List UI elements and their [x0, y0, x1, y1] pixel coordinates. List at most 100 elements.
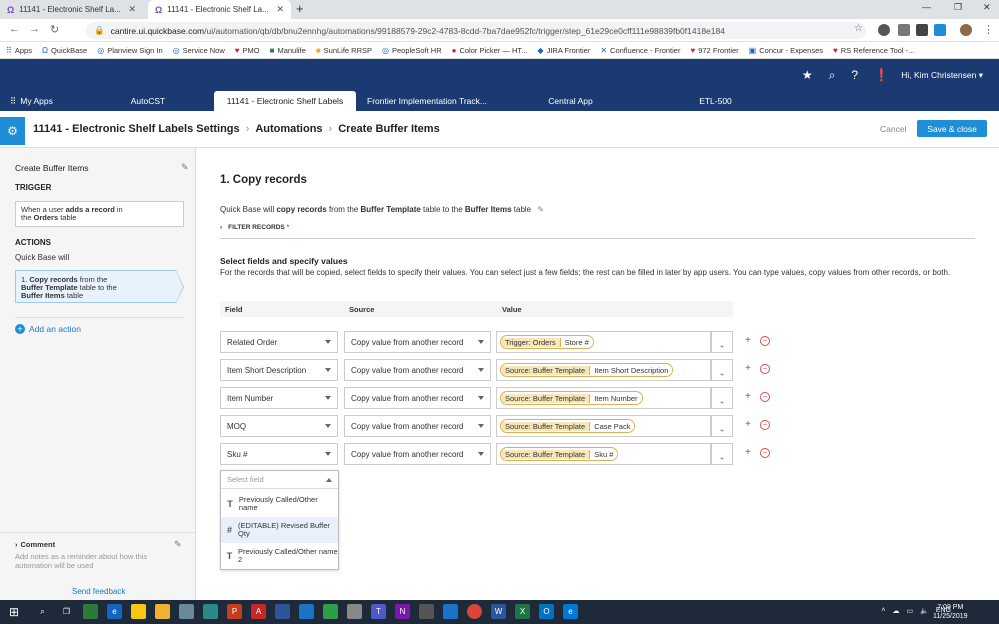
- source-select[interactable]: Copy value from another record: [344, 331, 491, 353]
- edit-comment-icon[interactable]: ✎: [174, 539, 182, 550]
- value-input[interactable]: Source: Buffer Template Item Short Descri…: [496, 359, 711, 381]
- chevron-up-icon[interactable]: ˄: [881, 607, 885, 615]
- new-tab-icon[interactable]: +: [296, 1, 304, 16]
- source-select[interactable]: Copy value from another record: [344, 415, 491, 437]
- minimize-icon[interactable]: —: [922, 2, 931, 12]
- browser-menu-icon[interactable]: ⋮: [983, 23, 994, 36]
- tab-electronic-shelf-labels[interactable]: 11141 - Electronic Shelf Labels: [214, 91, 356, 111]
- close-window-icon[interactable]: ✕: [983, 2, 991, 13]
- alert-icon[interactable]: ❗: [874, 68, 889, 83]
- extension-icon[interactable]: [916, 24, 928, 36]
- edit-pencil-icon[interactable]: ✎: [537, 205, 544, 214]
- search-icon[interactable]: ⌕: [829, 68, 836, 83]
- breadcrumb-settings[interactable]: 11141 - Electronic Shelf Labels Settings: [33, 123, 240, 135]
- chrome-icon[interactable]: [467, 604, 482, 619]
- save-close-button[interactable]: Save & close: [917, 120, 987, 137]
- trigger-card[interactable]: When a user adds a record in the Orders …: [15, 201, 184, 227]
- add-row-icon[interactable]: +: [745, 392, 751, 402]
- dropdown-option[interactable]: T Previously Called/Other name 2: [221, 543, 338, 569]
- field-select[interactable]: MOQ: [220, 415, 338, 437]
- edit-pencil-icon[interactable]: ✎: [181, 162, 189, 173]
- bookmark-item[interactable]: ♥ PMO: [235, 46, 260, 55]
- value-input[interactable]: Source: Buffer Template Case Pack: [496, 415, 711, 437]
- add-row-icon[interactable]: +: [745, 448, 751, 458]
- tab-etl-500[interactable]: ETL-500: [643, 91, 788, 111]
- source-select[interactable]: Copy value from another record: [344, 387, 491, 409]
- app-icon[interactable]: [299, 604, 314, 619]
- filter-records-toggle[interactable]: › FILTER RECORDS *: [220, 224, 289, 231]
- settings-gear-icon[interactable]: ⚙: [0, 117, 25, 145]
- field-select[interactable]: Item Number: [220, 387, 338, 409]
- edge-icon[interactable]: e: [563, 604, 578, 619]
- back-icon[interactable]: ←: [9, 23, 20, 35]
- value-input[interactable]: Source: Buffer Template Sku #: [496, 443, 711, 465]
- add-row-icon[interactable]: +: [745, 364, 751, 374]
- address-input[interactable]: 🔒 cantire.ui.quickbase.com/ui/automation…: [86, 22, 866, 39]
- value-chip[interactable]: Source: Buffer Template Sku #: [500, 447, 619, 461]
- profile-avatar[interactable]: [960, 24, 972, 36]
- action-card[interactable]: 1. Copy records from the Buffer Template…: [15, 270, 184, 304]
- add-action-button[interactable]: + Add an action: [15, 324, 81, 334]
- remove-row-icon[interactable]: −: [760, 336, 770, 346]
- app-icon[interactable]: [131, 604, 146, 619]
- add-row-icon[interactable]: +: [745, 420, 751, 430]
- bookmark-star-icon[interactable]: ☆: [854, 23, 863, 34]
- add-row-icon[interactable]: +: [745, 336, 751, 346]
- breadcrumb-automations[interactable]: Automations: [255, 123, 322, 135]
- excel-icon[interactable]: X: [515, 604, 530, 619]
- tab-central-app[interactable]: Central App: [498, 91, 643, 111]
- bookmark-item[interactable]: ● Color Picker — HT...: [452, 46, 528, 55]
- bookmark-item[interactable]: ▣ Concur - Expenses: [749, 46, 823, 55]
- acrobat-icon[interactable]: A: [251, 604, 266, 619]
- field-select[interactable]: Related Order: [220, 331, 338, 353]
- bookmark-item[interactable]: ♥ 972 Frontier: [690, 46, 738, 55]
- dropdown-option[interactable]: # (EDITABLE) Revised Buffer Qty: [221, 517, 338, 543]
- close-tab-icon[interactable]: ✕: [276, 4, 284, 15]
- bookmark-apps[interactable]: ⠿ Apps: [6, 46, 32, 55]
- source-select[interactable]: Copy value from another record: [344, 359, 491, 381]
- system-clock[interactable]: 7:09 PM 11/25/2019: [933, 603, 968, 621]
- app-icon[interactable]: [203, 604, 218, 619]
- reload-icon[interactable]: ↻: [50, 23, 59, 36]
- bookmark-item[interactable]: ■ Manulife: [270, 46, 306, 55]
- app-icon[interactable]: [443, 604, 458, 619]
- app-icon[interactable]: [347, 604, 362, 619]
- app-icon[interactable]: [323, 604, 338, 619]
- insert-field-button[interactable]: ₊: [711, 387, 733, 409]
- task-view-icon[interactable]: ❐: [59, 604, 74, 619]
- search-icon[interactable]: ⌕: [35, 604, 50, 619]
- select-field-input[interactable]: Select field: [221, 471, 338, 489]
- bookmark-item[interactable]: Ω QuickBase: [42, 46, 87, 55]
- value-chip[interactable]: Source: Buffer Template Item Number: [500, 391, 643, 405]
- cancel-button[interactable]: Cancel: [880, 124, 906, 134]
- app-icon[interactable]: [179, 604, 194, 619]
- browser-tab[interactable]: Ω 11141 - Electronic Shelf La... ✕: [0, 0, 143, 19]
- extension-icon[interactable]: [878, 24, 890, 36]
- value-input[interactable]: Trigger: Orders Store #: [496, 331, 711, 353]
- value-chip[interactable]: Source: Buffer Template Case Pack: [500, 419, 636, 433]
- remove-row-icon[interactable]: −: [760, 392, 770, 402]
- insert-field-button[interactable]: ₊: [711, 415, 733, 437]
- value-chip[interactable]: Trigger: Orders Store #: [500, 335, 594, 349]
- remove-row-icon[interactable]: −: [760, 420, 770, 430]
- bookmark-item[interactable]: ◎ Service Now: [173, 46, 225, 55]
- maximize-icon[interactable]: ❐: [954, 2, 962, 13]
- bookmark-item[interactable]: ♥ RS Reference Tool -...: [833, 46, 914, 55]
- word-icon[interactable]: W: [491, 604, 506, 619]
- tab-frontier-implementation[interactable]: Frontier Implementation Track...: [356, 91, 498, 111]
- value-input[interactable]: Source: Buffer Template Item Number: [496, 387, 711, 409]
- app-icon[interactable]: [419, 604, 434, 619]
- volume-icon[interactable]: 🔈: [920, 607, 929, 615]
- bookmark-item[interactable]: ✕ Confluence - Frontier: [600, 46, 680, 55]
- teams-icon[interactable]: T: [371, 604, 386, 619]
- app-icon[interactable]: [83, 604, 98, 619]
- close-tab-icon[interactable]: ✕: [128, 4, 136, 15]
- favorites-star-icon[interactable]: ★: [802, 68, 813, 83]
- cloud-icon[interactable]: ☁: [892, 607, 899, 615]
- send-feedback-link[interactable]: Send feedback: [72, 587, 125, 596]
- extension-icon[interactable]: [934, 24, 946, 36]
- insert-field-button[interactable]: ₊: [711, 331, 733, 353]
- extension-icon[interactable]: [898, 24, 910, 36]
- user-menu[interactable]: Hi, Kim Christensen ▾: [901, 70, 983, 81]
- field-select[interactable]: Sku #: [220, 443, 338, 465]
